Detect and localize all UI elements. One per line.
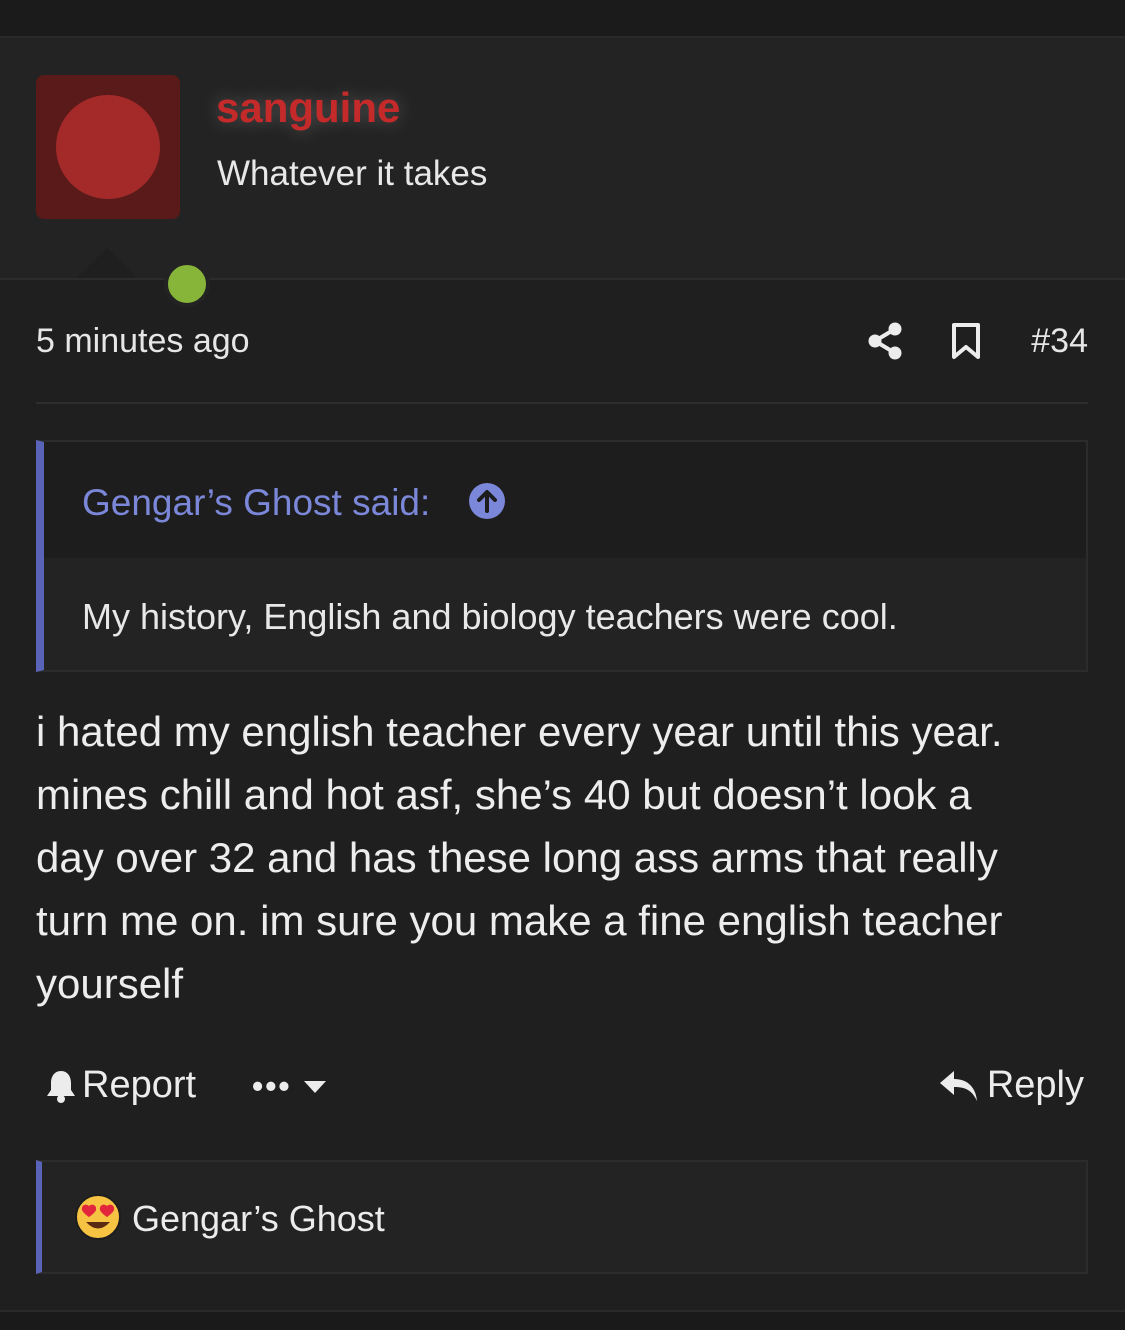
username[interactable]: sanguine <box>216 84 400 132</box>
more-options-menu[interactable]: ••• <box>252 1068 328 1105</box>
share-icon[interactable] <box>865 321 905 361</box>
reply-label: Reply <box>986 1064 1084 1106</box>
arrow-up-circle-icon[interactable] <box>468 482 506 520</box>
heart-eyes-emoji-icon <box>74 1193 122 1241</box>
quote-text: My history, English and biology teachers… <box>82 596 898 637</box>
post-body-line: yourself <box>36 960 184 1007</box>
more-dots: ••• <box>252 1068 292 1104</box>
chevron-down-icon <box>302 1079 328 1095</box>
post-body-line: day over 32 and has these long ass arms … <box>36 834 998 881</box>
quote-author-link[interactable]: Gengar’s Ghost said: <box>82 482 430 524</box>
post-timestamp[interactable]: 5 minutes ago <box>36 322 250 361</box>
post-body-line: mines chill and hot asf, she’s 40 but do… <box>36 771 972 818</box>
avatar-image[interactable] <box>36 75 180 219</box>
user-title: Whatever it takes <box>217 154 488 193</box>
reaction-user-link[interactable]: Gengar’s Ghost <box>132 1198 385 1240</box>
divider <box>36 402 1088 404</box>
post-meta-actions: #34 <box>865 318 1088 364</box>
top-bar <box>0 0 1125 38</box>
online-status-indicator <box>164 261 210 307</box>
post-body-line: i hated my english teacher every year un… <box>36 708 1003 755</box>
header-pointer <box>77 248 137 278</box>
report-label: Report <box>82 1064 197 1106</box>
post-meta: 5 minutes ago #34 <box>36 318 1088 364</box>
bell-icon <box>44 1067 78 1105</box>
user-avatar[interactable] <box>36 75 210 307</box>
reactions-bar[interactable]: Gengar’s Ghost <box>36 1160 1088 1274</box>
quote-header: Gengar’s Ghost said: <box>44 442 1086 558</box>
post-body-line: turn me on. im sure you make a fine engl… <box>36 897 1003 944</box>
post-number-link[interactable]: #34 <box>1031 322 1088 361</box>
reply-button[interactable]: Reply <box>939 1064 1084 1107</box>
report-button[interactable]: Report <box>44 1064 196 1107</box>
bottom-bar <box>0 1310 1125 1330</box>
avatar-placeholder <box>56 95 160 199</box>
bookmark-icon[interactable] <box>949 321 983 361</box>
quote-block: Gengar’s Ghost said: My history, English… <box>36 440 1088 672</box>
post-actions: Report ••• Reply <box>36 1062 1088 1114</box>
post-body: i hated my english teacher every year un… <box>36 700 1096 1015</box>
reply-arrow-icon <box>939 1068 979 1104</box>
